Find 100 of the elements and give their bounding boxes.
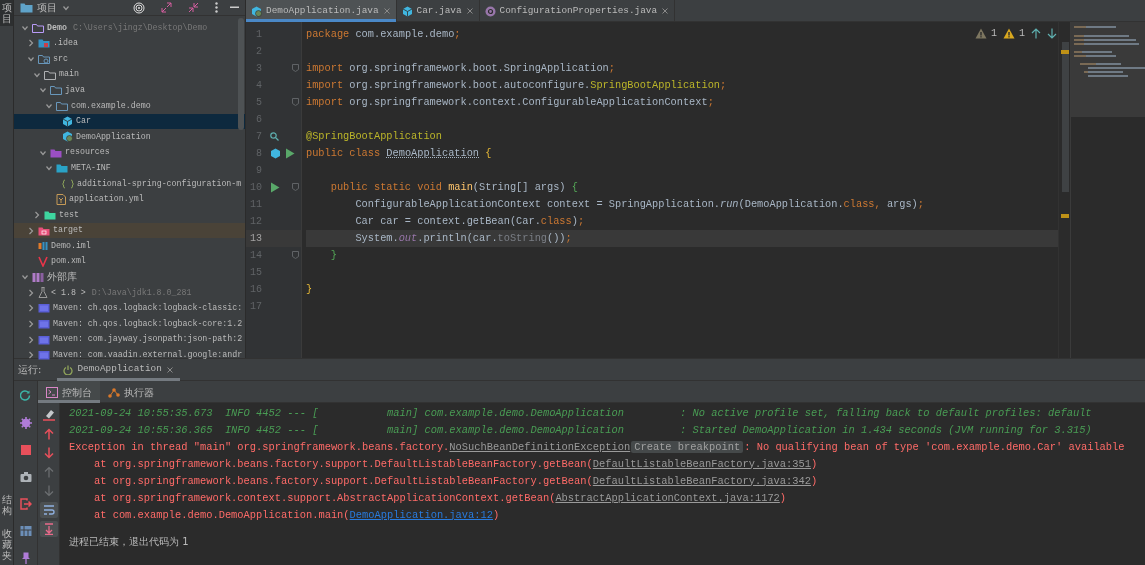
tree-item[interactable]: DemoApplication [14,129,245,145]
tree-item[interactable]: Maven: ch.qos.logback:logback-classic: [14,300,245,317]
fold-marker-icon[interactable] [292,98,299,106]
side-tab[interactable]: 收藏夹 [0,526,13,563]
editor-tab[interactable]: ConfigurationProperties.java [479,0,676,22]
close-icon[interactable] [465,7,474,15]
console-text: ) [811,474,818,487]
tree-item[interactable]: Maven: ch.qos.logback:logback-core:1.2 [14,316,245,332]
chevron-icon[interactable] [26,287,36,298]
run-icon[interactable] [285,148,295,159]
scrollbar-thumb[interactable] [238,18,244,130]
chevron-icon[interactable] [26,334,36,345]
more-icon[interactable] [215,2,218,13]
target-icon[interactable] [133,1,145,14]
console-text: at org.springframework.context.support.AbstractApplicationContext.getBean( [92,491,556,504]
tree-item[interactable]: additional-spring-configuration-m [14,175,245,192]
code-line: System.out.println(car.toString()); [354,230,572,246]
chevron-icon[interactable] [26,350,36,361]
tree-item[interactable]: META-INF [14,160,245,176]
file-link[interactable]: DemoApplication.java:12 [349,508,493,521]
tree-item[interactable]: .idea [14,35,245,52]
tree-item[interactable]: application.yml [14,191,245,208]
folder-icon [56,100,68,111]
wrap-button[interactable] [39,502,58,518]
cube-icon [62,131,73,143]
editor-tab[interactable]: DemoApplication.java [246,0,397,22]
file-link[interactable]: AbstractApplicationContext.java:1172 [555,491,780,504]
editor-tab[interactable]: Car.java [396,0,480,22]
collapse-icon[interactable] [188,2,199,13]
close-icon[interactable] [382,7,391,15]
down-arrow-icon[interactable] [1047,28,1057,39]
up-arrow-icon[interactable] [1031,28,1041,39]
eraser-icon [42,409,55,421]
code-line: Car car = context.getBean(Car.class); [354,213,585,229]
dropdown-caret-icon[interactable] [61,3,70,12]
console-tab[interactable]: 执行器 [100,381,162,403]
expand-icon[interactable] [161,2,172,13]
camera-icon [19,471,32,483]
side-tab[interactable]: 项目 [0,0,13,26]
tree-item[interactable]: test [14,207,245,223]
tree-item[interactable]: Maven: com.jayway.jsonpath:json-path:2 [14,331,245,348]
tree-label: Maven: ch.qos.logback:logback-core:1.2 [53,317,243,330]
side-tab[interactable]: 结构 [0,492,13,518]
chevron-icon[interactable] [26,225,36,236]
chevron-icon[interactable] [26,303,36,314]
braces-icon [62,178,74,189]
console-text: at org.springframework.beans.factory.support.DefaultListableBeanFactory.getBean( [92,474,593,487]
scroll-end-icon [42,523,55,535]
folder-icon [38,38,50,49]
file-link[interactable]: NoSuchBeanDefinitionException [449,440,631,453]
tree-item[interactable]: main [14,66,245,83]
tree-label: Demo [47,21,67,34]
folder-icon [50,147,62,158]
console-tab[interactable]: 控制台 [38,381,100,403]
close-icon[interactable] [165,365,174,374]
path-text: C:\Users\jingz\Desktop\Demo [72,21,208,34]
minimize-icon[interactable] [230,6,239,9]
file-link[interactable]: DefaultListableBeanFactory.java:351 [592,457,812,470]
chevron-icon[interactable] [26,319,36,330]
console-text: ) [493,508,500,521]
tree-item[interactable]: target [14,222,245,239]
code-line: import org.springframework.context.ConfigurableApplicationContext; [306,94,714,110]
scrollbar-thumb[interactable] [1062,42,1069,192]
up-arrow-icon [42,428,55,440]
warning-stripe-marker[interactable] [1061,50,1069,54]
code-line: } [306,281,313,297]
fold-marker-icon[interactable] [292,251,299,259]
file-link[interactable]: DefaultListableBeanFactory.java:342 [592,474,812,487]
tree-item[interactable]: 外部库 [14,269,245,286]
tree-label: additional-spring-configuration-m [77,177,242,190]
tree-item[interactable]: resources [14,144,245,161]
fold-marker-icon[interactable] [292,64,299,72]
tree-item[interactable]: Demo C:\Users\jingz\Desktop\Demo [14,20,245,36]
fold-marker-icon[interactable] [292,183,299,191]
nodes-icon [108,386,120,398]
tree-item[interactable]: pom.xml [14,253,245,270]
power-icon [63,364,74,375]
tree-label: 外部库 [47,270,77,285]
inspection-indicator[interactable]: 1 [974,26,997,41]
tree-item[interactable]: com.example.demo [14,97,245,114]
chevron-icon[interactable] [26,38,36,49]
run-icon[interactable] [270,182,280,193]
cube-icon [62,115,73,127]
inspection-indicator[interactable]: 1 [1003,26,1025,41]
chevron-icon[interactable] [32,209,42,220]
warning-stripe-marker[interactable] [1061,214,1069,218]
tree-item[interactable]: java [14,82,245,98]
hint-label: Create breakpoint [631,440,744,453]
library-icon [38,303,50,314]
line-number: 13 [249,232,262,246]
warning-icon [974,28,987,39]
chevron-icon[interactable] [26,54,36,64]
tree-label: Demo.iml [51,239,91,252]
console-line: 2021-09-24 10:55:35.673 INFO 4452 --- [ main] com.example.demo.DemoApplication : No active profile set, falling back to default profiles: default [69,405,1092,421]
close-icon[interactable] [661,7,670,15]
tree-item[interactable]: Demo.iml [14,238,245,254]
tree-label: target [53,224,83,237]
tree-item[interactable]: Car [14,113,245,130]
scroll-end-button[interactable] [39,521,58,537]
tree-item[interactable]: src [14,51,245,67]
